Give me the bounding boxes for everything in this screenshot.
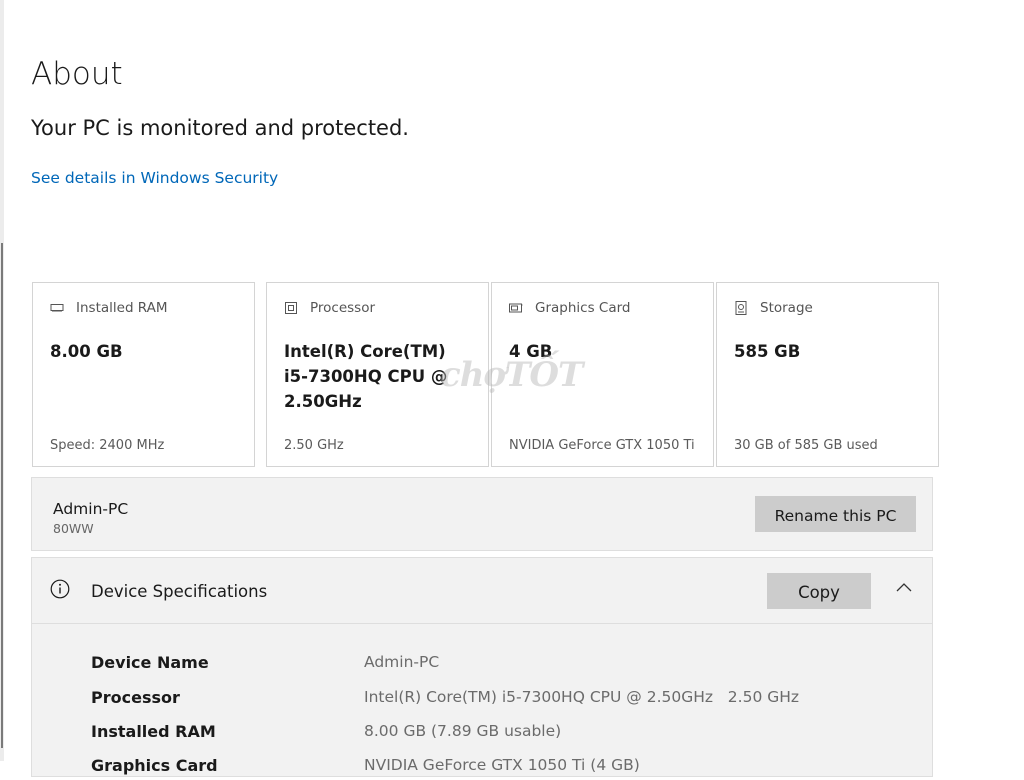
storage-icon <box>735 301 747 315</box>
card-value: 585 GB <box>734 342 801 361</box>
card-label: Processor <box>310 300 376 316</box>
device-specifications-header[interactable]: Device Specifications Copy <box>32 558 932 624</box>
info-icon <box>50 579 70 599</box>
device-specifications-title: Device Specifications <box>91 582 268 601</box>
protection-status: Your PC is monitored and protected. <box>31 116 409 140</box>
device-specifications-panel: Device Specifications Copy Device Name A… <box>31 557 933 777</box>
card-header: Storage <box>734 300 813 316</box>
card-value: 8.00 GB <box>50 342 123 361</box>
card-subtext: 30 GB of 585 GB used <box>734 438 878 453</box>
spec-row-device-name: Device Name Admin-PC <box>91 653 911 677</box>
spec-value: 8.00 GB (7.89 GB usable) <box>364 722 562 740</box>
spec-value: Admin-PC <box>364 653 440 671</box>
spec-label: Device Name <box>91 653 209 672</box>
graphics-card-icon <box>509 303 523 313</box>
card-subtext: NVIDIA GeForce GTX 1050 Ti <box>509 438 695 453</box>
spec-value: Intel(R) Core(TM) i5-7300HQ CPU @ 2.50GH… <box>364 688 800 706</box>
pc-model: 80WW <box>53 521 94 536</box>
chevron-up-icon[interactable] <box>896 582 912 592</box>
card-label: Storage <box>760 300 813 316</box>
card-header: Installed RAM <box>50 300 168 316</box>
card-header: Graphics Card <box>509 300 631 316</box>
spec-row-processor: Processor Intel(R) Core(TM) i5-7300HQ CP… <box>91 688 911 712</box>
ram-icon <box>50 304 64 312</box>
card-label: Graphics Card <box>535 300 631 316</box>
pc-name-panel: Admin-PC 80WW Rename this PC <box>31 477 933 551</box>
window-left-border <box>1 243 3 748</box>
spec-label: Graphics Card <box>91 756 218 775</box>
windows-security-link[interactable]: See details in Windows Security <box>31 169 278 187</box>
card-label: Installed RAM <box>76 300 168 316</box>
card-value: 4 GB <box>509 342 553 361</box>
installed-ram-card: Installed RAM 8.00 GB Speed: 2400 MHz <box>32 282 255 467</box>
card-subtext: Speed: 2400 MHz <box>50 438 165 453</box>
spec-row-graphics-card: Graphics Card NVIDIA GeForce GTX 1050 Ti… <box>91 756 911 780</box>
spec-row-installed-ram: Installed RAM 8.00 GB (7.89 GB usable) <box>91 722 911 746</box>
page-title: About <box>31 56 123 92</box>
card-subtext: 2.50 GHz <box>284 438 344 453</box>
graphics-card-card: Graphics Card 4 GB NVIDIA GeForce GTX 10… <box>491 282 714 467</box>
spec-label: Processor <box>91 688 180 707</box>
pc-name: Admin-PC <box>53 500 129 518</box>
copy-button[interactable]: Copy <box>767 573 871 609</box>
spec-label: Installed RAM <box>91 722 216 741</box>
card-value: Intel(R) Core(TM) i5-7300HQ CPU @ 2.50GH… <box>284 342 448 411</box>
spec-value: NVIDIA GeForce GTX 1050 Ti (4 GB) <box>364 756 640 774</box>
rename-pc-button[interactable]: Rename this PC <box>755 496 916 532</box>
processor-icon <box>285 302 297 314</box>
processor-card: Processor Intel(R) Core(TM) i5-7300HQ CP… <box>266 282 489 467</box>
storage-card: Storage 585 GB 30 GB of 585 GB used <box>716 282 939 467</box>
card-header: Processor <box>284 300 375 316</box>
